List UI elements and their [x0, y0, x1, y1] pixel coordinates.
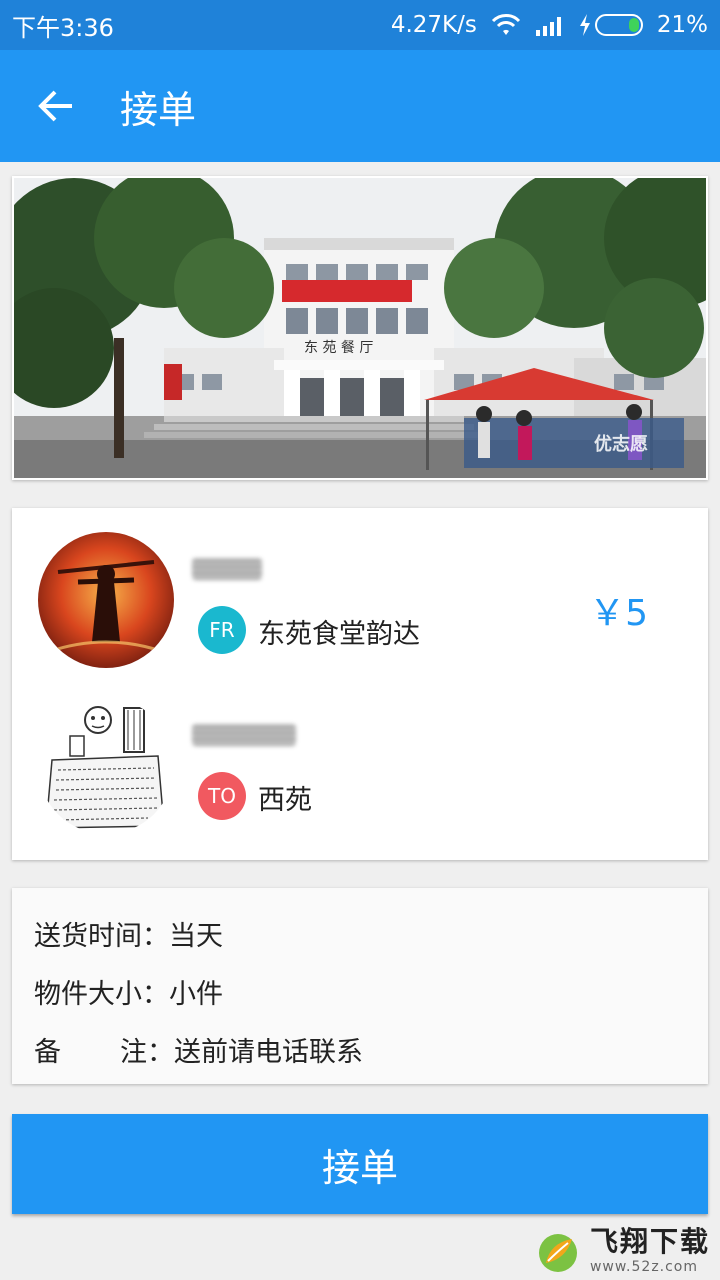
delivery-time-value: 当天: [169, 921, 223, 952]
item-size-value: 小件: [169, 979, 223, 1010]
page-title: 接单: [120, 87, 197, 132]
note-row: 备 注： 送前请电话联系: [34, 1030, 363, 1069]
status-time: 下午3:36: [12, 13, 114, 42]
battery-percent: 21%: [656, 12, 708, 38]
sender-name-redacted: [192, 558, 262, 580]
route-card: FR 东苑食堂韵达 ￥5 TO 西苑: [12, 508, 708, 860]
delivery-time-label: 送货时间：: [34, 921, 169, 952]
accept-order-button[interactable]: 接单: [12, 1114, 708, 1214]
status-indicators: 4.27K/s 21%: [391, 12, 708, 38]
receiver-avatar[interactable]: [38, 698, 174, 834]
note-value: 送前请电话联系: [174, 1037, 363, 1068]
to-place: 西苑: [258, 785, 312, 816]
sender-avatar[interactable]: [38, 532, 174, 668]
delivery-time-row: 送货时间： 当天: [34, 914, 223, 953]
photo-watermark: 优志愿: [594, 433, 648, 455]
battery-icon: [594, 14, 643, 36]
note-label: 备 注：: [34, 1037, 174, 1068]
watermark-title: 飞翔下载: [589, 1225, 710, 1258]
from-place: 东苑食堂韵达: [258, 619, 420, 650]
order-price: ￥5: [589, 593, 648, 634]
app-bar: 接单: [0, 50, 720, 162]
battery-indicator: [579, 14, 643, 36]
item-size-row: 物件大小： 小件: [34, 972, 223, 1011]
status-bar: 下午3:36 4.27K/s 21%: [0, 0, 720, 50]
signal-icon: [535, 17, 561, 36]
arrow-left-icon: [38, 90, 72, 122]
item-size-label: 物件大小：: [34, 979, 169, 1010]
site-watermark: 飞翔下载 www.52z.com: [536, 1228, 710, 1274]
order-info-card: 送货时间： 当天 物件大小： 小件 备 注： 送前请电话联系: [12, 888, 708, 1084]
order-photo: 东 苑 餐 厅 优志愿: [14, 178, 706, 478]
from-tag: FR: [198, 606, 246, 654]
canteen-sign: 东 苑 餐 厅: [304, 340, 373, 356]
watermark-url: www.52z.com: [589, 1259, 699, 1275]
charging-icon: [579, 14, 590, 36]
order-photo-card: 东 苑 餐 厅 优志愿: [12, 176, 708, 480]
leaf-logo-icon: [538, 1234, 577, 1272]
canteen-photo: 东 苑 餐 厅 优志愿: [14, 178, 706, 478]
back-button[interactable]: [0, 50, 112, 162]
wifi-icon: [491, 14, 520, 35]
network-speed: 4.27K/s: [390, 12, 477, 38]
receiver-name-redacted: [192, 724, 296, 746]
to-tag: TO: [198, 772, 246, 820]
